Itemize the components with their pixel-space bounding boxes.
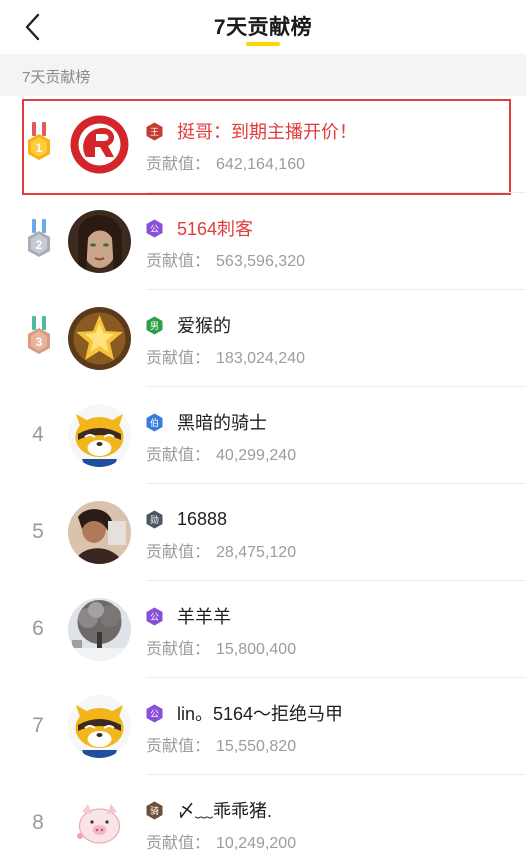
- contribution-value: 563,596,320: [216, 253, 305, 270]
- user-info: 王 挺哥：到期主播开价！ 贡献值： 642,164,160: [146, 118, 516, 174]
- level-badge-icon: 男: [146, 316, 163, 335]
- level-badge-icon: 王: [146, 122, 163, 141]
- user-info: 公 羊羊羊 贡献值： 15,800,400: [146, 603, 516, 659]
- contribution-line: 贡献值： 15,550,820: [146, 732, 516, 756]
- contribution-value: 15,550,820: [216, 738, 297, 755]
- user-name[interactable]: 16888: [177, 509, 227, 530]
- ranking-row[interactable]: 4 伯 黑暗的骑士 贡献值： 40,299,240: [0, 387, 526, 484]
- ranking-row[interactable]: 2 公 5164刺客 贡献值： 563,596,320: [0, 193, 526, 290]
- user-name[interactable]: lin。5164～拒绝马甲: [177, 700, 343, 726]
- svg-text:3: 3: [36, 335, 43, 349]
- svg-text:男: 男: [150, 321, 159, 332]
- user-name[interactable]: 黑暗的骑士: [177, 409, 267, 435]
- contribution-label: 贡献值：: [146, 447, 211, 464]
- svg-text:王: 王: [150, 127, 159, 138]
- header-bar: 7天贡献榜: [0, 0, 526, 54]
- svg-text:骑: 骑: [150, 805, 159, 817]
- contribution-line: 贡献值： 28,475,120: [146, 538, 516, 562]
- level-badge-icon: 公: [146, 704, 163, 723]
- ranking-row[interactable]: 1 王 挺哥：到期主播开价！ 贡献值： 642,164,160: [0, 96, 526, 195]
- ranking-row[interactable]: 8 骑 〆﹏乖乖猪. 贡献值： 10,249,200: [0, 775, 526, 868]
- contribution-label: 贡献值：: [146, 156, 211, 173]
- avatar[interactable]: [68, 307, 131, 370]
- contribution-value: 28,475,120: [216, 544, 297, 561]
- contribution-label: 贡献值：: [146, 253, 211, 270]
- contribution-value: 40,299,240: [216, 447, 297, 464]
- rank-number: 8: [32, 811, 44, 834]
- user-info: 男 爱猴的 贡献值： 183,024,240: [146, 312, 516, 368]
- user-name[interactable]: 爱猴的: [177, 312, 231, 338]
- avatar[interactable]: [68, 501, 131, 564]
- contribution-line: 贡献值： 40,299,240: [146, 441, 516, 465]
- contribution-label: 贡献值：: [146, 350, 211, 367]
- rank-number: 4: [32, 423, 44, 446]
- svg-text:公: 公: [150, 709, 159, 720]
- contribution-line: 贡献值： 15,800,400: [146, 635, 516, 659]
- level-badge-icon: 勋: [146, 510, 163, 529]
- ranking-row[interactable]: 3 男 爱猴的 贡献值： 183,024,240: [0, 290, 526, 387]
- user-name[interactable]: 羊羊羊: [177, 603, 231, 629]
- level-badge-icon: 公: [146, 607, 163, 626]
- svg-text:公: 公: [150, 224, 159, 235]
- section-label: 7天贡献榜: [22, 69, 91, 86]
- bronze-medal-icon: 3: [24, 316, 54, 360]
- avatar[interactable]: [68, 404, 131, 467]
- avatar[interactable]: [68, 792, 131, 855]
- contribution-label: 贡献值：: [146, 738, 211, 755]
- ranking-row[interactable]: 7 公 lin。5164～拒绝马甲 贡献值： 15,550,820: [0, 678, 526, 775]
- rank-number: 6: [32, 617, 44, 640]
- user-info: 骑 〆﹏乖乖猪. 贡献值： 10,249,200: [146, 797, 516, 853]
- gold-medal-icon: 1: [24, 122, 54, 166]
- svg-text:勋: 勋: [150, 514, 159, 526]
- svg-text:2: 2: [36, 238, 43, 252]
- contribution-value: 15,800,400: [216, 641, 297, 658]
- svg-text:公: 公: [150, 612, 159, 623]
- rank-number: 7: [32, 714, 44, 737]
- level-badge-icon: 伯: [146, 413, 163, 432]
- user-name[interactable]: 5164刺客: [177, 215, 253, 241]
- avatar[interactable]: [68, 113, 131, 176]
- ranking-row[interactable]: 5 勋 16888 贡献值： 28,475,120: [0, 484, 526, 581]
- rank-number: 5: [32, 520, 44, 543]
- contribution-label: 贡献值：: [146, 544, 211, 561]
- contribution-label: 贡献值：: [146, 641, 211, 658]
- avatar[interactable]: [68, 210, 131, 273]
- svg-text:伯: 伯: [150, 417, 159, 429]
- title-underline: [246, 42, 280, 46]
- user-name[interactable]: 〆﹏乖乖猪.: [177, 797, 272, 823]
- contribution-value: 10,249,200: [216, 835, 297, 852]
- contribution-value: 642,164,160: [216, 156, 305, 173]
- contribution-value: 183,024,240: [216, 350, 305, 367]
- user-name[interactable]: 挺哥：到期主播开价！: [177, 118, 357, 144]
- silver-medal-icon: 2: [24, 219, 54, 263]
- level-badge-icon: 公: [146, 219, 163, 238]
- contribution-line: 贡献值： 563,596,320: [146, 247, 516, 271]
- contribution-label: 贡献值：: [146, 835, 211, 852]
- contribution-line: 贡献值： 642,164,160: [146, 150, 516, 174]
- contribution-line: 贡献值： 183,024,240: [146, 344, 516, 368]
- page-title: 7天贡献榜: [213, 16, 313, 39]
- user-info: 伯 黑暗的骑士 贡献值： 40,299,240: [146, 409, 516, 465]
- level-badge-icon: 骑: [146, 801, 163, 820]
- avatar[interactable]: [68, 598, 131, 661]
- avatar[interactable]: [68, 695, 131, 758]
- user-info: 勋 16888 贡献值： 28,475,120: [146, 506, 516, 562]
- ranking-row[interactable]: 6 公 羊羊羊 贡献值： 15,800,400: [0, 581, 526, 678]
- svg-text:1: 1: [36, 141, 43, 155]
- user-info: 公 lin。5164～拒绝马甲 贡献值： 15,550,820: [146, 700, 516, 756]
- user-info: 公 5164刺客 贡献值： 563,596,320: [146, 215, 516, 271]
- section-bar: 7天贡献榜: [0, 54, 526, 96]
- contribution-line: 贡献值： 10,249,200: [146, 829, 516, 853]
